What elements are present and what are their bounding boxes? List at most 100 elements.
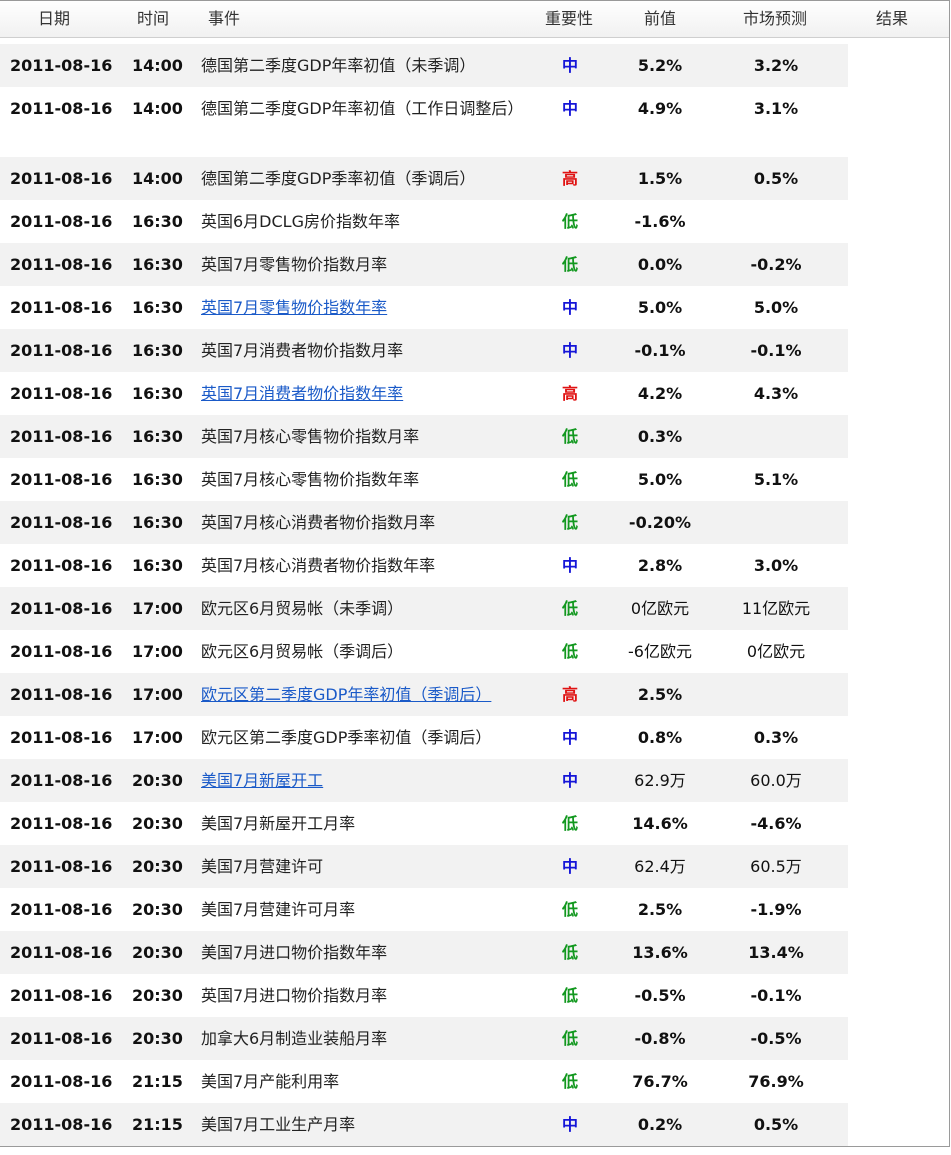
table-row: 2011-08-16 17:00 欧元区第二季度GDP年率初值（季调后） 高 2.5% [0,673,848,716]
header-time: 时间 [137,9,170,28]
previous-cell: 5.0% [637,298,683,317]
event-link[interactable]: 欧元区第二季度GDP年率初值（季调后） [201,680,521,710]
time-cell: 20:30 [132,814,183,833]
importance-badge: 中 [561,556,578,575]
time-cell: 16:30 [132,470,183,489]
forecast-cell: -1.9% [750,900,802,919]
date-cell: 2011-08-16 [10,943,113,962]
event-link[interactable]: 美国7月新屋开工 [201,766,521,796]
date-cell: 2011-08-16 [10,470,113,489]
previous-cell: 1.5% [637,169,683,188]
time-cell: 20:30 [132,900,183,919]
date-cell: 2011-08-16 [10,986,113,1005]
importance-badge: 低 [561,470,578,489]
date-cell: 2011-08-16 [10,642,113,661]
event-cell: 德国第二季度GDP年率初值（工作日调整后） [201,99,524,118]
calendar-table: 日期 时间 事件 重要性 前值 市场预测 结果 2011-08-16 14:00 德… [0,0,950,1147]
importance-badge: 中 [561,341,578,360]
event-link[interactable]: 英国7月零售物价指数年率 [201,293,521,323]
event-cell: 英国7月进口物价指数月率 [201,986,388,1005]
header-date: 日期 [38,9,71,28]
header-result: 结果 [876,9,909,28]
forecast-cell: -0.5% [750,1029,802,1048]
table-row: 2011-08-16 21:15 美国7月工业生产月率 中 0.2% 0.5% [0,1103,848,1146]
table-row: 2011-08-16 16:30 英国7月消费者物价指数年率 高 4.2% 4.3% [0,372,848,415]
importance-badge: 中 [561,1115,578,1134]
forecast-cell: 0.5% [753,169,799,188]
previous-cell: 0.3% [637,427,683,446]
importance-badge: 高 [561,169,578,188]
table-row: 2011-08-16 14:00 德国第二季度GDP年率初值（未季调） 中 5.2% 3.… [0,44,848,87]
time-cell: 16:30 [132,513,183,532]
previous-cell: 0.8% [637,728,683,747]
table-row: 2011-08-16 16:30 英国7月零售物价指数年率 中 5.0% 5.0% [0,286,848,329]
previous-cell: 62.4万 [634,857,686,876]
event-cell: 英国7月零售物价指数月率 [201,255,388,274]
previous-cell: 4.2% [637,384,683,403]
forecast-cell: -0.1% [750,341,802,360]
time-cell: 16:30 [132,384,183,403]
table-row: 2011-08-16 21:15 美国7月产能利用率 低 76.7% 76.9% [0,1060,848,1103]
previous-cell: -0.5% [634,986,686,1005]
previous-cell: 13.6% [632,943,688,962]
forecast-cell: 0亿欧元 [746,642,806,661]
importance-badge: 高 [561,384,578,403]
table-row: 2011-08-16 20:30 美国7月新屋开工 中 62.9万 60.0万 [0,759,848,802]
previous-cell: -0.1% [634,341,686,360]
date-cell: 2011-08-16 [10,599,113,618]
previous-cell: 4.9% [637,99,683,118]
table-row: 2011-08-16 16:30 英国7月核心消费者物价指数年率 中 2.8% 3.0% [0,544,848,587]
event-cell: 美国7月营建许可月率 [201,900,356,919]
date-cell: 2011-08-16 [10,814,113,833]
importance-badge: 低 [561,427,578,446]
table-header: 日期 时间 事件 重要性 前值 市场预测 结果 [0,1,949,38]
previous-cell: 0.0% [637,255,683,274]
time-cell: 20:30 [132,771,183,790]
event-link[interactable]: 英国7月消费者物价指数年率 [201,379,521,409]
time-cell: 16:30 [132,427,183,446]
table-row: 2011-08-16 20:30 英国7月进口物价指数月率 低 -0.5% -0.1% [0,974,848,1017]
importance-badge: 低 [561,1072,578,1091]
time-cell: 16:30 [132,255,183,274]
importance-badge: 中 [561,728,578,747]
previous-cell: -0.20% [628,513,692,532]
table-row: 2011-08-16 17:00 欧元区第二季度GDP季率初值（季调后） 中 0.8% 0… [0,716,848,759]
date-cell: 2011-08-16 [10,771,113,790]
time-cell: 16:30 [132,556,183,575]
time-cell: 17:00 [132,728,183,747]
previous-cell: 62.9万 [634,771,686,790]
previous-cell: -1.6% [634,212,686,231]
event-cell: 美国7月产能利用率 [201,1072,340,1091]
table-row: 2011-08-16 20:30 美国7月新屋开工月率 低 14.6% -4.6% [0,802,848,845]
date-cell: 2011-08-16 [10,341,113,360]
table-row: 2011-08-16 17:00 欧元区6月贸易帐（季调后） 低 -6亿欧元 0亿欧元 [0,630,848,673]
table-row: 2011-08-16 16:30 英国7月核心消费者物价指数月率 低 -0.20% [0,501,848,544]
table-row: 2011-08-16 16:30 英国7月核心零售物价指数月率 低 0.3% [0,415,848,458]
time-cell: 20:30 [132,943,183,962]
importance-badge: 低 [561,255,578,274]
date-cell: 2011-08-16 [10,728,113,747]
event-cell: 欧元区第二季度GDP季率初值（季调后） [201,728,492,747]
event-cell: 英国7月核心零售物价指数月率 [201,427,420,446]
previous-cell: -0.8% [634,1029,686,1048]
time-cell: 20:30 [132,986,183,1005]
date-cell: 2011-08-16 [10,857,113,876]
forecast-cell: 5.1% [753,470,799,489]
time-cell: 20:30 [132,1029,183,1048]
forecast-cell: 4.3% [753,384,799,403]
previous-cell: 0亿欧元 [630,599,690,618]
table-row: 2011-08-16 17:00 欧元区6月贸易帐（未季调） 低 0亿欧元 11亿欧元 [0,587,848,630]
importance-badge: 低 [561,599,578,618]
table-row: 2011-08-16 20:30 加拿大6月制造业装船月率 低 -0.8% -0.5% [0,1017,848,1060]
date-cell: 2011-08-16 [10,1115,113,1134]
forecast-cell: 60.0万 [750,771,802,790]
date-cell: 2011-08-16 [10,685,113,704]
forecast-cell: -0.2% [750,255,802,274]
header-forecast: 市场预测 [743,9,808,28]
previous-cell: 5.0% [637,470,683,489]
forecast-cell: 11亿欧元 [741,599,811,618]
date-cell: 2011-08-16 [10,900,113,919]
forecast-cell: 60.5万 [750,857,802,876]
forecast-cell: 3.2% [753,56,799,75]
table-row: 2011-08-16 16:30 英国7月消费者物价指数月率 中 -0.1% -0.1% [0,329,848,372]
